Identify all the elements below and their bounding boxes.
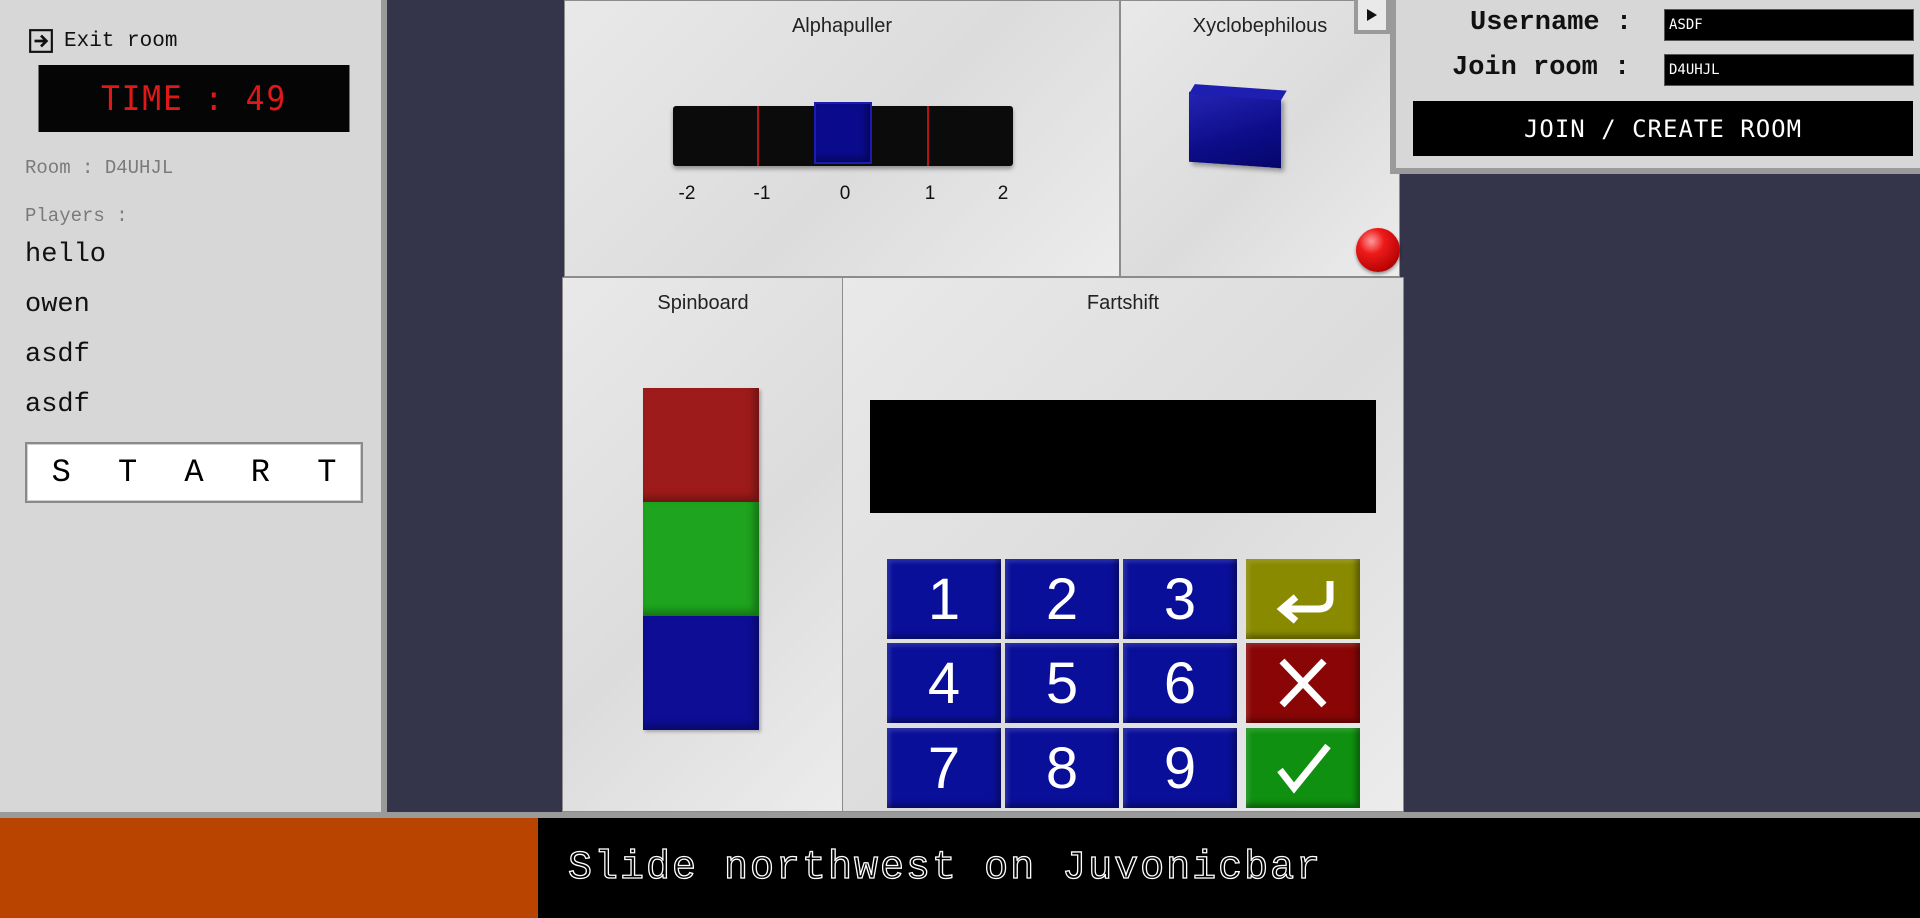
keypad-key-1[interactable]: 1	[887, 559, 1001, 639]
keypad-key-6[interactable]: 6	[1123, 643, 1237, 723]
join-create-room-button[interactable]: JOIN / CREATE ROOM	[1413, 101, 1913, 156]
keypad-key-5[interactable]: 5	[1005, 643, 1119, 723]
slider-marker	[927, 106, 929, 166]
instruction-bar: Slide northwest on Juvonicbar	[0, 812, 1920, 918]
username-input[interactable]	[1664, 9, 1914, 41]
join-room-input[interactable]	[1664, 54, 1914, 86]
module-title: Spinboard	[657, 292, 749, 314]
time-progress-bar	[0, 818, 538, 918]
expand-panel-button[interactable]	[1354, 0, 1390, 34]
player-name: hello	[25, 240, 107, 270]
xyclobephilous-module: Xyclobephilous	[1120, 0, 1400, 277]
keypad-key-8[interactable]: 8	[1005, 728, 1119, 808]
slider-tick-label: -1	[753, 183, 771, 204]
join-room-label: Join room :	[1452, 53, 1631, 83]
fartshift-module: Fartshift 1 2 3 4 5 6 7 8 9	[842, 277, 1404, 812]
slider-marker	[757, 106, 759, 166]
slider-tick-label: -2	[678, 183, 696, 204]
player-name: asdf	[25, 340, 90, 370]
keypad-clear-button[interactable]	[1246, 643, 1360, 723]
spinboard-block-blue[interactable]	[643, 616, 759, 730]
xyclobephilous-block[interactable]	[1189, 91, 1281, 169]
player-name: asdf	[25, 390, 90, 420]
alphapuller-slider-track[interactable]	[673, 102, 1013, 166]
keypad-enter-button[interactable]	[1246, 559, 1360, 639]
alphapuller-slider-knob[interactable]	[814, 102, 872, 164]
spinboard-block-green[interactable]	[643, 502, 759, 616]
room-code: Room : D4UHJL	[25, 157, 174, 179]
keypad-key-9[interactable]: 9	[1123, 728, 1237, 808]
x-icon	[1279, 658, 1327, 708]
fartshift-display	[870, 400, 1376, 513]
module-title: Alphapuller	[791, 15, 893, 37]
game-board: Alphapuller -2 -1 0 1 2 Xyclobephilous S…	[562, 0, 1404, 812]
slider-tick-label: 2	[997, 183, 1009, 204]
red-ball-button[interactable]	[1356, 228, 1400, 272]
return-arrow-icon	[1276, 581, 1334, 624]
username-label: Username :	[1470, 8, 1633, 38]
instruction-text: Slide northwest on Juvonicbar	[567, 845, 1323, 891]
sidebar: Exit room TIME : 49 Room : D4UHJL Player…	[0, 0, 387, 812]
exit-room-button[interactable]: Exit room	[28, 28, 177, 54]
keypad-key-4[interactable]: 4	[887, 643, 1001, 723]
triangle-right-icon	[1367, 9, 1377, 21]
player-name: owen	[25, 290, 90, 320]
exit-icon	[29, 29, 53, 53]
timer-display: TIME : 49	[38, 65, 350, 132]
keypad-key-2[interactable]: 2	[1005, 559, 1119, 639]
instruction-area: Slide northwest on Juvonicbar	[538, 818, 1920, 918]
module-title: Fartshift	[1086, 292, 1160, 314]
login-panel: Username : Join room : JOIN / CREATE ROO…	[1390, 0, 1920, 174]
spinboard-block-red[interactable]	[643, 388, 759, 502]
alphapuller-module: Alphapuller -2 -1 0 1 2	[564, 0, 1120, 277]
spinboard-module: Spinboard	[562, 277, 844, 812]
keypad-key-7[interactable]: 7	[887, 728, 1001, 808]
exit-room-label: Exit room	[64, 29, 178, 53]
players-label: Players :	[25, 205, 128, 227]
check-icon	[1277, 743, 1331, 794]
slider-tick-label: 1	[924, 183, 936, 204]
keypad-key-3[interactable]: 3	[1123, 559, 1237, 639]
start-button[interactable]: S T A R T	[25, 442, 363, 503]
keypad-confirm-button[interactable]	[1246, 728, 1360, 808]
slider-tick-label: 0	[839, 183, 851, 204]
time-progress-fill	[0, 818, 538, 918]
